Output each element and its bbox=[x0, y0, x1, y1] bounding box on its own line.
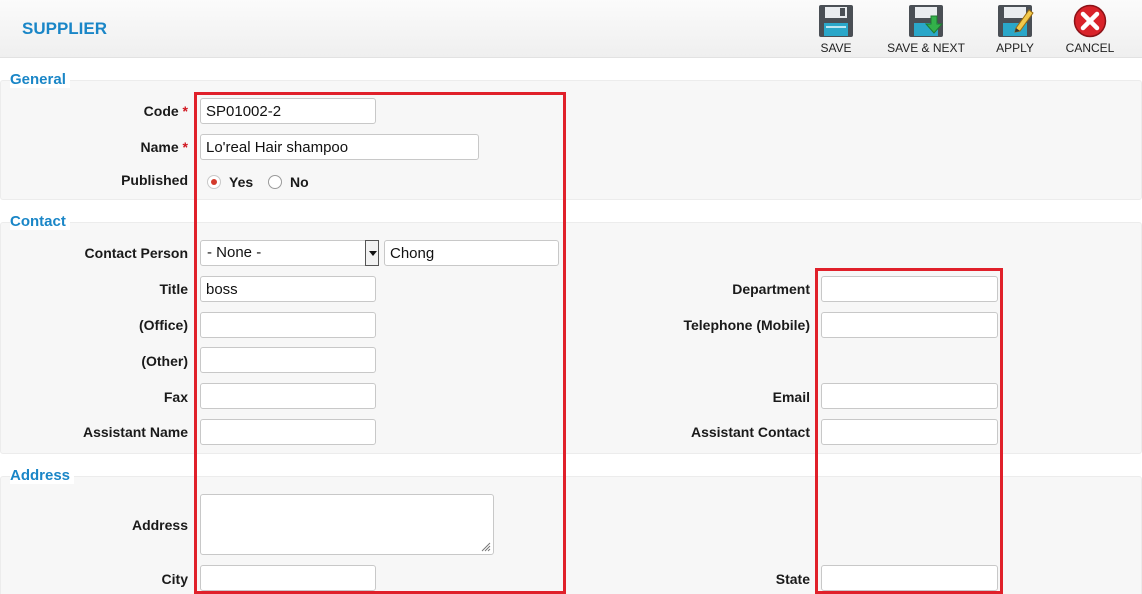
state-input[interactable] bbox=[821, 565, 998, 591]
save-button-label: SAVE bbox=[820, 41, 852, 55]
general-legend: General bbox=[10, 71, 70, 88]
office-label: (Office) bbox=[139, 317, 188, 333]
email-input[interactable] bbox=[821, 383, 998, 409]
apply-icon bbox=[998, 5, 1034, 37]
name-label: Name * bbox=[140, 139, 188, 155]
save-next-button[interactable]: SAVE & NEXT bbox=[884, 4, 968, 56]
save-next-button-label: SAVE & NEXT bbox=[887, 41, 965, 55]
code-label: Code * bbox=[143, 103, 188, 119]
save-icon bbox=[819, 5, 853, 37]
toolbar-header: SUPPLIER SAVE SAVE & NEXT APPLY CANCEL bbox=[0, 0, 1142, 58]
address-label: Address bbox=[131, 517, 188, 533]
required-marker: * bbox=[182, 103, 188, 119]
published-label: Published bbox=[121, 172, 188, 188]
department-input[interactable] bbox=[821, 276, 998, 302]
state-label: State bbox=[775, 571, 810, 587]
chevron-down-icon bbox=[365, 240, 379, 266]
published-yes-radio[interactable]: Yes bbox=[207, 174, 253, 190]
title-label: Title bbox=[159, 281, 188, 297]
cancel-button[interactable]: CANCEL bbox=[1062, 4, 1118, 56]
name-input[interactable] bbox=[200, 134, 479, 160]
radio-unselected-icon bbox=[268, 175, 282, 189]
address-legend: Address bbox=[10, 467, 75, 484]
save-button[interactable]: SAVE bbox=[808, 4, 864, 56]
contact-person-label: Contact Person bbox=[84, 245, 188, 261]
mobile-phone-input[interactable] bbox=[821, 312, 998, 338]
office-phone-input[interactable] bbox=[200, 312, 376, 338]
department-label: Department bbox=[732, 281, 810, 297]
code-input[interactable] bbox=[200, 98, 376, 124]
assistant-contact-input[interactable] bbox=[821, 419, 998, 445]
assistant-contact-label: Assistant Contact bbox=[690, 424, 810, 440]
save-next-icon bbox=[909, 5, 944, 37]
contact-person-select-value: - None - bbox=[207, 244, 262, 261]
fax-input[interactable] bbox=[200, 383, 376, 409]
contact-person-input[interactable] bbox=[384, 240, 559, 266]
radio-selected-icon bbox=[207, 175, 221, 189]
published-no-label: No bbox=[290, 174, 309, 190]
published-no-radio[interactable]: No bbox=[268, 174, 309, 190]
assistant-name-input[interactable] bbox=[200, 419, 376, 445]
fax-label: Fax bbox=[163, 389, 188, 405]
published-yes-label: Yes bbox=[229, 174, 254, 190]
page-title: SUPPLIER bbox=[22, 19, 108, 38]
cancel-icon bbox=[1073, 4, 1107, 38]
apply-button-label: APPLY bbox=[996, 41, 1034, 55]
city-input[interactable] bbox=[200, 565, 376, 591]
city-label: City bbox=[161, 571, 188, 587]
contact-legend: Contact bbox=[10, 213, 70, 230]
required-marker: * bbox=[182, 139, 188, 155]
address-textarea[interactable] bbox=[200, 494, 494, 555]
contact-person-select[interactable]: - None - bbox=[200, 240, 379, 266]
email-label: Email bbox=[772, 389, 810, 405]
other-phone-input[interactable] bbox=[200, 347, 376, 373]
apply-button[interactable]: APPLY bbox=[990, 4, 1040, 56]
assistant-name-label: Assistant Name bbox=[82, 424, 188, 440]
title-input[interactable] bbox=[200, 276, 376, 302]
mobile-label: Telephone (Mobile) bbox=[683, 317, 810, 333]
other-label: (Other) bbox=[141, 353, 188, 369]
cancel-button-label: CANCEL bbox=[1065, 41, 1115, 55]
